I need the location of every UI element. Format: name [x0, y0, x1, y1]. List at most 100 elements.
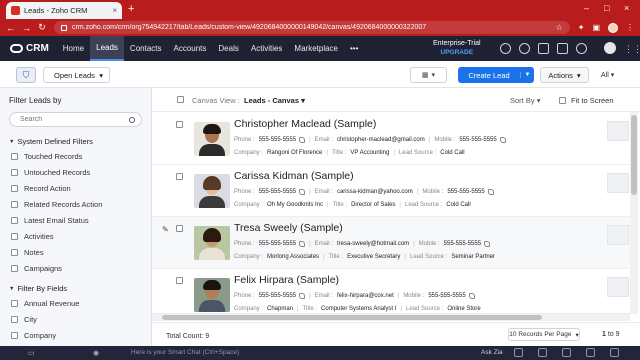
filter-latest-email-status[interactable]: Latest Email Status	[11, 216, 89, 225]
lead-name[interactable]: Tresa Sweely (Sample)	[234, 222, 343, 234]
email-value[interactable]: felix-hirpara@cox.net	[337, 293, 394, 299]
zia-icon[interactable]	[514, 348, 523, 357]
phone-call-icon[interactable]	[484, 241, 491, 247]
checkbox[interactable]	[11, 233, 18, 240]
chats-icon[interactable]: ▭	[28, 349, 35, 357]
chat-icon[interactable]	[538, 348, 547, 357]
records-per-page-dropdown[interactable]: 10 Records Per Page ▾	[508, 328, 580, 341]
sort-by-dropdown[interactable]: Sort By ▾	[510, 96, 540, 105]
record-checkbox[interactable]	[176, 173, 183, 180]
related-thumbnail[interactable]	[607, 277, 629, 297]
filter-notes[interactable]: Notes	[11, 248, 44, 257]
checkbox[interactable]	[559, 97, 566, 104]
settings-gear-icon[interactable]	[576, 43, 587, 54]
filter-toggle-button[interactable]: ⛉	[16, 67, 36, 83]
vertical-scrollbar[interactable]	[630, 112, 638, 314]
filter-company[interactable]: Company	[11, 331, 56, 340]
email-value[interactable]: christopher-maclead@gmail.com	[337, 137, 425, 143]
record-checkbox[interactable]	[176, 121, 183, 128]
forward-icon[interactable]: →	[22, 23, 31, 33]
actions-button[interactable]: Actions ▾	[540, 67, 589, 83]
filter-untouched-records[interactable]: Untouched Records	[11, 168, 90, 177]
reload-icon[interactable]: ↻	[38, 22, 46, 33]
back-icon[interactable]: ←	[6, 23, 15, 33]
address-bar[interactable]: crm.zoho.com/crm/org754942217/tab/Leads/…	[54, 21, 570, 34]
filter-related-records-action[interactable]: Related Records Action	[11, 200, 102, 209]
contacts-icon[interactable]: ◉	[93, 349, 99, 357]
smart-chat-input[interactable]: Here is your Smart Chat (Ctrl+Space)	[131, 349, 239, 356]
apps-grid-icon[interactable]: ⋮⋮	[624, 44, 640, 55]
email-value[interactable]: carissa-kidman@yahoo.com	[337, 189, 413, 195]
all-records-selector[interactable]: All ▾	[601, 71, 614, 79]
edit-pencil-icon[interactable]: ✎	[162, 225, 169, 234]
scroll-thumb[interactable]	[162, 315, 542, 320]
checkbox[interactable]	[11, 300, 18, 307]
trial-badge[interactable]: Enterprise-Trial UPGRADE	[433, 39, 481, 57]
ask-zia-button[interactable]: Ask Zia	[481, 349, 503, 356]
phone-call-icon[interactable]	[487, 189, 494, 195]
lead-record-card[interactable]: Carissa Kidman (Sample) Phone :555-555-5…	[152, 165, 630, 217]
checkbox[interactable]	[11, 201, 18, 208]
related-thumbnail[interactable]	[607, 225, 629, 245]
lead-name[interactable]: Felix Hirpara (Sample)	[234, 274, 339, 286]
nav-deals[interactable]: Deals	[212, 36, 244, 61]
fit-to-screen-toggle[interactable]: Fit to Screen	[559, 96, 614, 105]
horizontal-scrollbar[interactable]	[152, 314, 630, 321]
view-mode-button[interactable]: ▦ ▾	[410, 67, 447, 83]
keyboard-icon[interactable]	[586, 348, 595, 357]
filter-touched-records[interactable]: Touched Records	[11, 152, 82, 161]
email-value[interactable]: tresa-sweely@hotmail.com	[337, 241, 409, 247]
notifications-icon[interactable]	[519, 43, 530, 54]
checkbox[interactable]	[11, 217, 18, 224]
nav-accounts[interactable]: Accounts	[168, 36, 213, 61]
browser-profile-avatar[interactable]	[608, 22, 618, 33]
bookmark-star-icon[interactable]: ☆	[556, 23, 563, 32]
browser-tab[interactable]: Leads - Zoho CRM ×	[6, 2, 122, 19]
minimize-window-button[interactable]: –	[584, 3, 589, 13]
nav-marketplace[interactable]: Marketplace	[288, 36, 344, 61]
system-filters-header[interactable]: ▼ System Defined Filters	[9, 137, 93, 146]
lead-name[interactable]: Carissa Kidman (Sample)	[234, 170, 354, 182]
lead-record-card[interactable]: Felix Hirpara (Sample) Phone :555-555-55…	[152, 269, 630, 314]
user-avatar[interactable]	[604, 42, 616, 54]
record-checkbox[interactable]	[176, 277, 183, 284]
settings-icon[interactable]	[610, 348, 619, 357]
new-tab-button[interactable]: +	[128, 3, 134, 15]
scroll-thumb[interactable]	[631, 115, 637, 195]
sidebar-search[interactable]	[9, 112, 142, 127]
lead-record-card[interactable]: ✎ Tresa Sweely (Sample) Phone :555-555-5…	[152, 217, 630, 269]
call-icon[interactable]	[562, 348, 571, 357]
canvas-view-dropdown[interactable]: Leads - Canvas ▾	[244, 96, 305, 105]
checkbox[interactable]	[11, 316, 18, 323]
phone-call-icon[interactable]	[468, 293, 475, 299]
phone-call-icon[interactable]	[299, 189, 306, 195]
phone-call-icon[interactable]	[299, 137, 306, 143]
related-thumbnail[interactable]	[607, 173, 629, 193]
search-icon[interactable]	[129, 116, 135, 123]
record-checkbox[interactable]	[176, 225, 183, 232]
checkbox[interactable]	[11, 332, 18, 339]
crm-logo[interactable]: CRM	[0, 43, 57, 54]
extensions-icon[interactable]: ✦	[578, 23, 585, 32]
related-thumbnail[interactable]	[607, 121, 629, 141]
lead-record-card[interactable]: Christopher Maclead (Sample) Phone :555-…	[152, 113, 630, 165]
checkbox[interactable]	[11, 153, 18, 160]
create-lead-button[interactable]: Create Lead ▼	[458, 67, 534, 83]
nav-leads[interactable]: Leads	[90, 36, 124, 61]
phone-call-icon[interactable]	[299, 293, 306, 299]
maximize-window-button[interactable]: □	[604, 3, 609, 13]
filter-annual-revenue[interactable]: Annual Revenue	[11, 299, 79, 308]
nav-home[interactable]: Home	[57, 36, 90, 61]
close-tab-icon[interactable]: ×	[112, 6, 117, 15]
phone-call-icon[interactable]	[499, 137, 506, 143]
calendar-icon[interactable]	[538, 43, 549, 54]
checkbox[interactable]	[11, 249, 18, 256]
search-input[interactable]	[20, 116, 129, 123]
checkbox[interactable]	[11, 169, 18, 176]
checkbox[interactable]	[11, 185, 18, 192]
checkbox[interactable]	[11, 265, 18, 272]
puzzle-icon[interactable]: ▣	[592, 23, 600, 32]
lead-name[interactable]: Christopher Maclead (Sample)	[234, 118, 376, 130]
upgrade-link[interactable]: UPGRADE	[433, 48, 481, 57]
create-lead-dropdown-icon[interactable]: ▼	[520, 72, 534, 78]
